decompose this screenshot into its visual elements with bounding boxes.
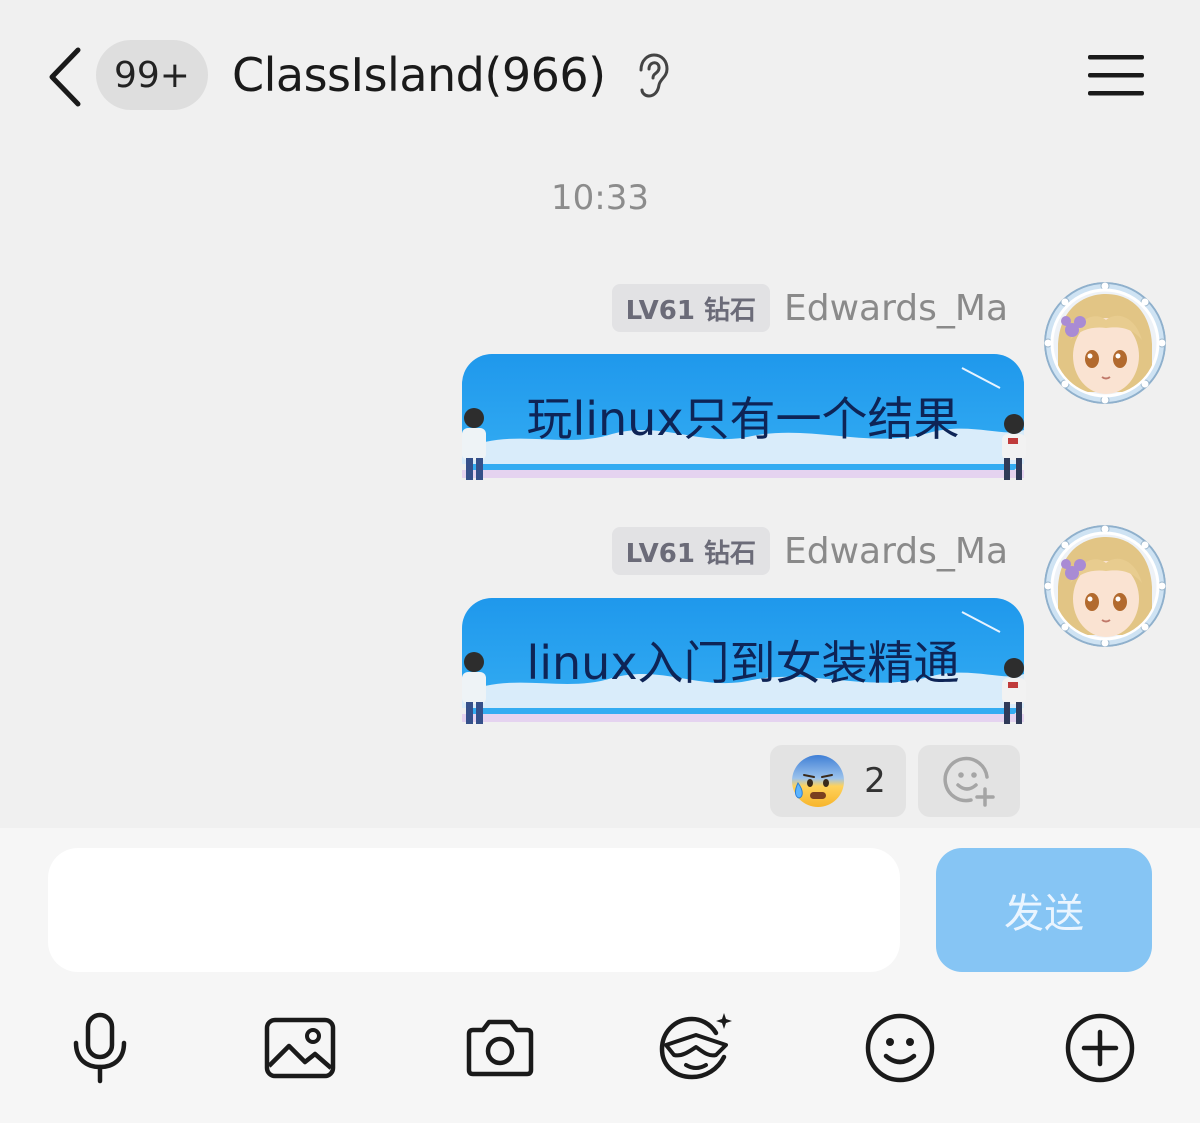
unread-badge[interactable]: 99+ xyxy=(96,40,208,110)
chat-title[interactable]: ClassIsland(966) xyxy=(232,40,606,110)
sticker-button[interactable] xyxy=(656,1008,736,1088)
add-reaction-button[interactable] xyxy=(918,745,1020,817)
message-bubble[interactable]: linux入门到女装精通 xyxy=(452,598,1036,726)
reaction-chip[interactable]: 2 xyxy=(770,745,906,817)
message-meta: LV61 钻石 Edwards_Ma xyxy=(611,284,1008,332)
avatar[interactable] xyxy=(1044,282,1166,404)
add-reaction-icon xyxy=(943,756,995,807)
back-button[interactable] xyxy=(38,42,90,112)
image-icon xyxy=(264,1017,336,1079)
hamburger-menu-icon[interactable] xyxy=(1084,50,1148,100)
level-badge: LV61 钻石 xyxy=(611,284,770,332)
send-button[interactable]: 发送 xyxy=(936,848,1152,972)
reaction-count: 2 xyxy=(864,761,886,801)
voice-button[interactable] xyxy=(60,1008,140,1088)
more-button[interactable] xyxy=(1060,1008,1140,1088)
plus-circle-icon xyxy=(1065,1013,1135,1083)
ear-icon[interactable] xyxy=(632,52,670,100)
message-bubble[interactable]: 玩linux只有一个结果 xyxy=(452,354,1036,482)
anxious-sweat-emoji-icon xyxy=(792,755,845,807)
gallery-button[interactable] xyxy=(260,1008,340,1088)
message-text: 玩linux只有一个结果 xyxy=(526,392,960,446)
message-meta: LV61 钻石 Edwards_Ma xyxy=(611,527,1008,575)
camera-icon xyxy=(466,1019,534,1077)
emoji-icon xyxy=(865,1013,935,1083)
message-input[interactable] xyxy=(48,848,900,972)
camera-button[interactable] xyxy=(460,1008,540,1088)
top-bar: 99+ ClassIsland(966) xyxy=(0,0,1200,150)
input-bar: 发送 xyxy=(0,828,1200,1123)
sender-name[interactable]: Edwards_Ma xyxy=(784,288,1008,329)
message-text: linux入门到女装精通 xyxy=(526,636,960,690)
sticker-icon xyxy=(659,1013,732,1080)
message-timestamp: 10:33 xyxy=(551,178,649,218)
sender-name[interactable]: Edwards_Ma xyxy=(784,531,1008,572)
chevron-left-icon xyxy=(49,47,81,107)
avatar[interactable] xyxy=(1044,525,1166,647)
level-badge: LV61 钻石 xyxy=(611,527,770,575)
microphone-icon xyxy=(73,1012,127,1084)
emoji-button[interactable] xyxy=(860,1008,940,1088)
